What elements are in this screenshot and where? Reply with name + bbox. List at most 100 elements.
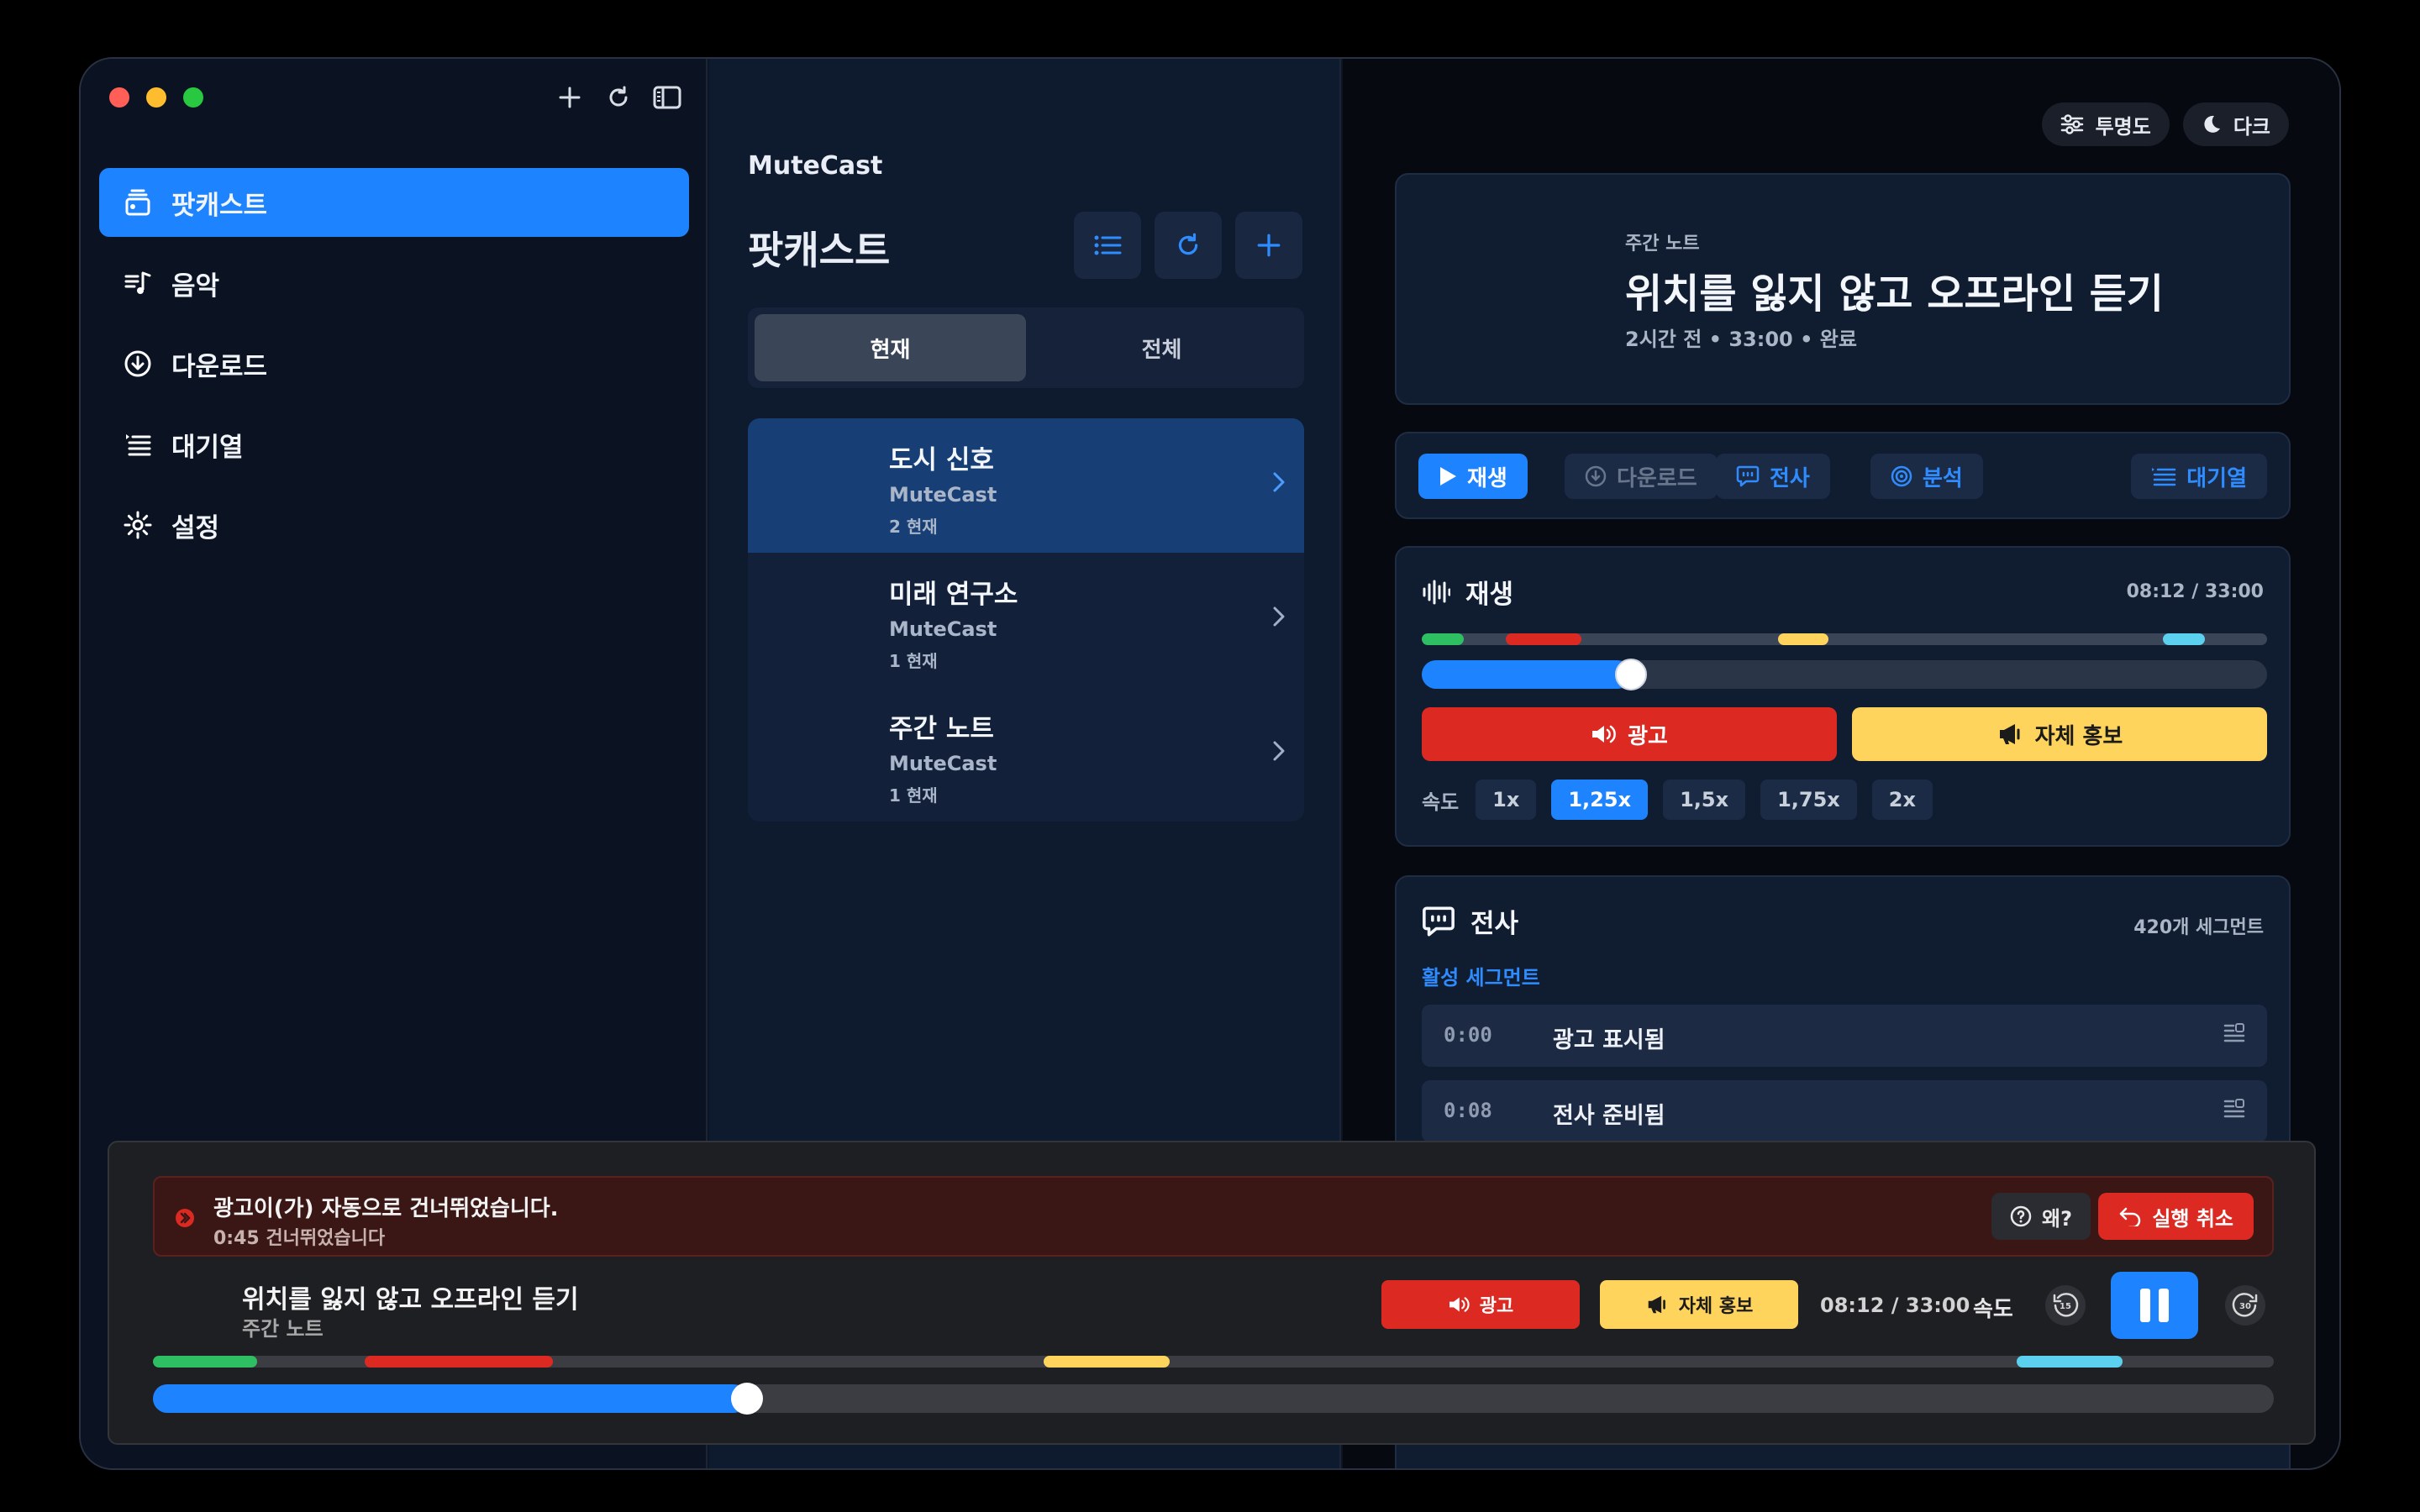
list-icon	[1094, 235, 1122, 255]
queue-button[interactable]: 대기열	[2131, 454, 2267, 499]
promo-label: 자체 홍보	[1678, 1296, 1754, 1317]
transcript-row[interactable]: 0:00 광고 표시됨	[1422, 1005, 2267, 1067]
list-view-button[interactable]	[1074, 212, 1141, 279]
skip-forward-30-button[interactable]: 30	[2225, 1285, 2265, 1326]
ad-segment-marker[interactable]	[1506, 633, 1581, 645]
promo-label: 자체 홍보	[2034, 723, 2123, 749]
sidebar-item-downloads[interactable]: 다운로드	[99, 329, 689, 398]
sidebar-item-queue[interactable]: 대기열	[99, 410, 689, 479]
queue-list-icon	[121, 428, 155, 461]
segment-text: 전사 준비됨	[1553, 1103, 1665, 1129]
chevron-right-icon	[1272, 605, 1286, 628]
podcast-title: 도시 신호	[889, 445, 994, 475]
mini-progress-slider[interactable]	[153, 1383, 2274, 1415]
download-label: 다운로드	[1617, 465, 1697, 491]
podcast-list: 도시 신호 MuteCast 2 현재 미래 연구소 MuteCast 1 현재…	[748, 418, 1304, 822]
segment-count: 420개 세그먼트	[2133, 917, 2264, 938]
sidebar-toggle-icon[interactable]	[652, 82, 682, 113]
playback-time: 08:12 / 33:00	[2126, 581, 2264, 602]
play-button[interactable]: 재생	[1418, 454, 1528, 499]
plus-icon[interactable]	[555, 82, 585, 113]
speed-option-1x[interactable]: 1x	[1476, 780, 1537, 820]
why-button[interactable]: 왜?	[1991, 1193, 2091, 1240]
megaphone-icon	[1648, 1295, 1665, 1314]
now-playing-title: 위치를 잃지 않고 오프라인 듣기	[242, 1285, 579, 1315]
window-controls	[109, 87, 203, 108]
transcript-heading: 전사	[1422, 902, 1518, 940]
sidebar-item-settings[interactable]: 설정	[99, 491, 689, 559]
undo-skip-button[interactable]: 실행 취소	[2098, 1193, 2254, 1240]
ad-segment-marker[interactable]	[365, 1356, 553, 1368]
text-lines-icon[interactable]	[2223, 1023, 2245, 1043]
mini-player: 광고이(가) 자동으로 건너뛰었습니다. 0:45 건너뛰었습니다 왜? 실행 …	[108, 1141, 2316, 1445]
mark-self-promo-button[interactable]: 자체 홍보	[1852, 707, 2267, 761]
sliders-icon	[2060, 114, 2083, 134]
pause-bar-left	[2140, 1289, 2150, 1322]
progress-knob[interactable]	[1615, 659, 1648, 690]
progress-fill	[1422, 660, 1632, 689]
refresh-button[interactable]	[1155, 212, 1222, 279]
transcript-row[interactable]: 0:08 전사 준비됨	[1422, 1080, 2267, 1142]
minimize-window-button[interactable]	[146, 87, 166, 108]
text-lines-icon[interactable]	[2223, 1099, 2245, 1119]
active-segment-link[interactable]: 활성 세그먼트	[1422, 961, 1540, 990]
ad-label: 광고	[1479, 1296, 1514, 1317]
download-button[interactable]: 다운로드	[1565, 454, 1718, 499]
list-item[interactable]: 도시 신호 MuteCast 2 현재	[748, 418, 1304, 553]
segment-markers-bar	[1422, 633, 2267, 645]
speed-selector: 속도 1x 1,25x 1,5x 1,75x 2x	[1422, 780, 1933, 820]
analyze-label: 분석	[1923, 465, 1963, 491]
speed-option-2x[interactable]: 2x	[1871, 780, 1933, 820]
filter-segmented-control: 현재 전체	[748, 307, 1304, 388]
speed-option-1-5x[interactable]: 1,5x	[1663, 780, 1746, 820]
now-playing-subtitle: 주간 노트	[242, 1317, 324, 1341]
promo-segment-marker[interactable]	[1044, 1356, 1170, 1368]
speed-option-1-75x[interactable]: 1,75x	[1760, 780, 1857, 820]
playback-progress-slider[interactable]	[1422, 659, 2267, 690]
podcast-count: 1 현재	[889, 785, 938, 806]
zoom-window-button[interactable]	[183, 87, 203, 108]
podcast-title: 주간 노트	[889, 714, 994, 744]
transcript-button[interactable]: 전사	[1716, 454, 1830, 499]
segment-timestamp: 0:08	[1444, 1099, 1492, 1122]
speed-option-1-25x[interactable]: 1,25x	[1551, 780, 1649, 820]
play-label: 재생	[1467, 465, 1507, 491]
refresh-icon	[1178, 233, 1198, 255]
chevron-right-icon	[1272, 739, 1286, 763]
mini-mark-self-promo-button[interactable]: 자체 홍보	[1600, 1280, 1798, 1329]
app-brand: MuteCast	[748, 151, 883, 181]
promo-segment-marker[interactable]	[1778, 633, 1828, 645]
opacity-label: 투명도	[2095, 114, 2151, 139]
list-item[interactable]: 주간 노트 MuteCast 1 현재	[748, 687, 1304, 822]
opacity-button[interactable]: 투명도	[2041, 102, 2170, 146]
mark-ad-button[interactable]: 광고	[1422, 707, 1837, 761]
sidebar-item-label: 음악	[171, 270, 220, 302]
close-window-button[interactable]	[109, 87, 129, 108]
sidebar-item-podcasts[interactable]: 팟캐스트	[99, 168, 689, 237]
skip-back-15-button[interactable]: 15	[2045, 1285, 2086, 1326]
svg-text:30: 30	[2239, 1302, 2251, 1311]
tab-all[interactable]: 전체	[1026, 314, 1297, 381]
tab-current[interactable]: 현재	[755, 314, 1026, 381]
progress-knob[interactable]	[730, 1383, 763, 1415]
segment-text: 광고 표시됨	[1553, 1027, 1665, 1053]
pause-button[interactable]	[2111, 1272, 2198, 1339]
gear-icon	[121, 508, 155, 542]
auto-skip-banner: 광고이(가) 자동으로 건너뛰었습니다. 0:45 건너뛰었습니다 왜? 실행 …	[153, 1176, 2274, 1257]
add-podcast-button[interactable]	[1235, 212, 1302, 279]
mini-speed-button[interactable]: 속도	[1973, 1292, 2013, 1323]
sidebar-item-label: 팟캐스트	[171, 190, 268, 221]
refresh-icon[interactable]	[603, 82, 634, 113]
theme-button[interactable]: 다크	[2182, 102, 2289, 146]
app-window: 팟캐스트 음악 다운로드 대기열 설정 MuteCast 팟캐스트 현재 전체 …	[79, 57, 2341, 1470]
undo-label: 실행 취소	[2152, 1206, 2233, 1231]
mini-mark-ad-button[interactable]: 광고	[1381, 1280, 1580, 1329]
list-item[interactable]: 미래 연구소 MuteCast 1 현재	[748, 553, 1304, 687]
svg-text:15: 15	[2060, 1302, 2071, 1311]
sidebar-item-label: 대기열	[171, 432, 244, 463]
episode-title: 위치를 잃지 않고 오프라인 듣기	[1625, 270, 2164, 318]
sidebar-item-music[interactable]: 음악	[99, 249, 689, 318]
analyze-button[interactable]: 분석	[1870, 454, 1983, 499]
moon-icon	[2204, 115, 2220, 133]
banner-subtitle: 0:45 건너뛰었습니다	[213, 1228, 386, 1249]
